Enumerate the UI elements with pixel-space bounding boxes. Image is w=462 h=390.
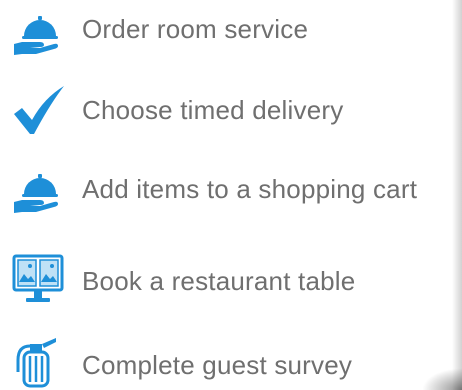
feature-label: Book a restaurant table — [82, 266, 356, 296]
checkmark-icon — [10, 82, 66, 138]
cloche-tray-icon — [10, 162, 66, 218]
feature-item-order-room-service[interactable]: Order room service — [0, 0, 462, 60]
feature-item-guest-survey[interactable]: Complete guest survey — [0, 328, 462, 388]
fire-extinguisher-icon — [10, 332, 66, 388]
feature-item-restaurant-table[interactable]: Book a restaurant table — [0, 246, 462, 306]
feature-label: Order room service — [82, 14, 309, 44]
monitor-gallery-icon — [10, 252, 66, 308]
feature-label: Choose timed delivery — [82, 95, 344, 125]
feature-item-timed-delivery[interactable]: Choose timed delivery — [0, 78, 462, 138]
feature-label: Add items to a shopping cart — [82, 174, 418, 204]
cloche-tray-icon — [10, 4, 66, 60]
feature-list: Order room service Choose timed delivery… — [0, 0, 462, 390]
feature-label: Complete guest survey — [82, 350, 353, 380]
feature-item-shopping-cart[interactable]: Add items to a shopping cart — [0, 159, 462, 219]
